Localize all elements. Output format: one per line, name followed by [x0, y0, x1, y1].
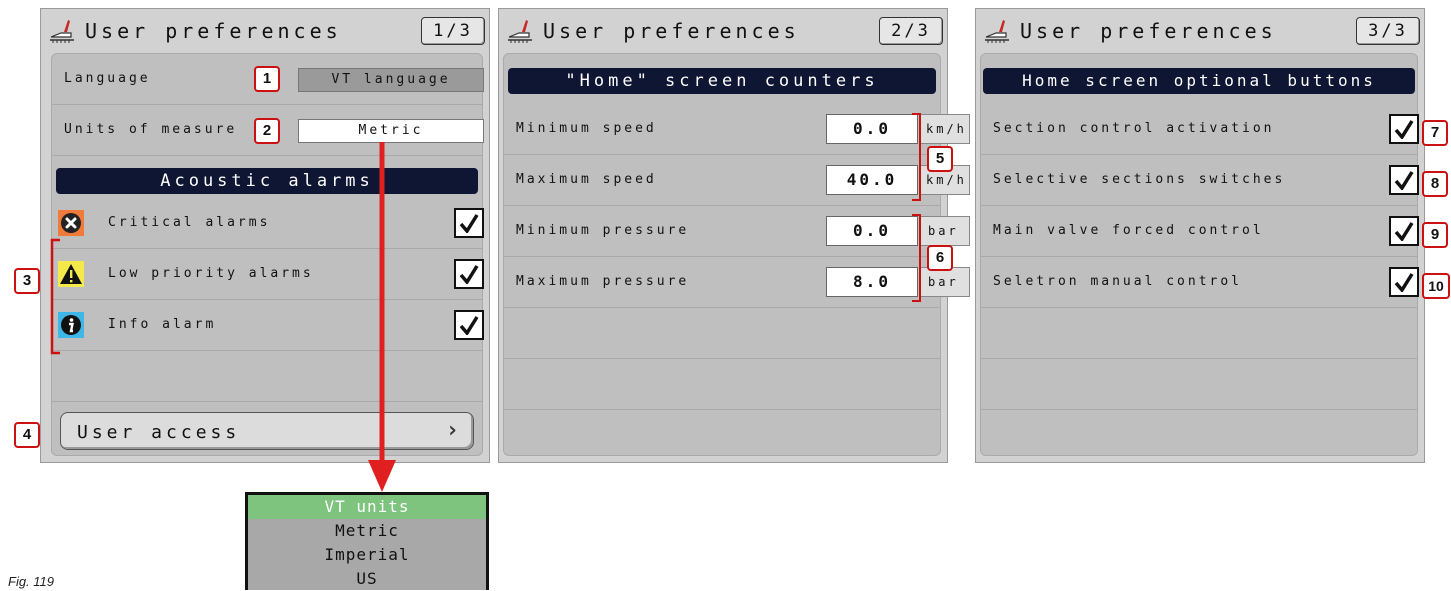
units-dropdown: VT units Metric Imperial US — [245, 492, 489, 590]
callout-8: 8 — [1422, 171, 1448, 197]
bracket-5 — [912, 113, 921, 201]
arrow-head — [368, 460, 396, 492]
callout-1: 1 — [254, 66, 280, 92]
callout-7: 7 — [1422, 120, 1448, 146]
dropdown-option-metric[interactable]: Metric — [248, 519, 486, 543]
figure-caption: Fig. 119 — [8, 574, 55, 589]
callout-4: 4 — [14, 422, 40, 448]
callout-10: 10 — [1422, 273, 1450, 299]
callout-2: 2 — [254, 118, 280, 144]
callout-9: 9 — [1422, 222, 1448, 248]
dropdown-option-vt-units[interactable]: VT units — [248, 495, 486, 519]
bracket-3 — [50, 238, 60, 355]
callout-3: 3 — [14, 268, 40, 294]
dropdown-option-us[interactable]: US — [248, 567, 486, 591]
annotation-brackets — [50, 113, 921, 492]
callout-5: 5 — [927, 146, 953, 172]
bracket-6 — [912, 214, 921, 302]
dropdown-option-imperial[interactable]: Imperial — [248, 543, 486, 567]
callout-6: 6 — [927, 245, 953, 271]
